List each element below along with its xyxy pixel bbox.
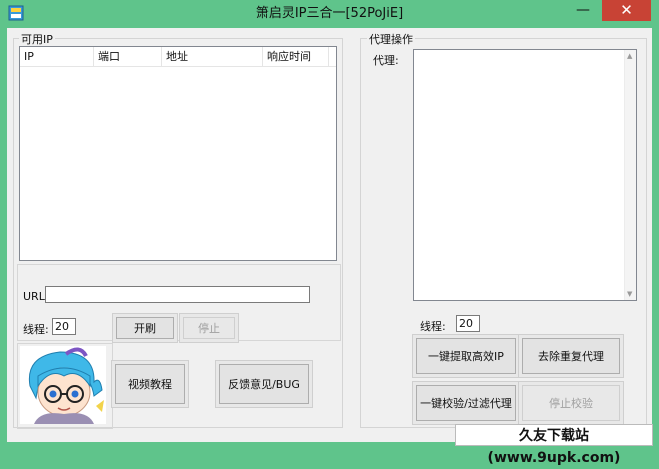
proxy-label: 代理:: [373, 54, 399, 67]
close-button[interactable]: ✕: [602, 0, 651, 21]
client-area: 可用IP IP 端口 地址 响应时间 URL: 线程: 20 开刷 停止 视频教…: [7, 28, 652, 442]
column-ip[interactable]: IP: [20, 47, 94, 66]
column-address[interactable]: 地址: [162, 47, 263, 66]
column-port[interactable]: 端口: [94, 47, 162, 66]
feedback-button[interactable]: 反馈意见/BUG: [219, 364, 309, 404]
stop-verify-button[interactable]: 停止校验: [522, 385, 620, 421]
proxy-operations-group-title: 代理操作: [367, 31, 415, 47]
ip-list-header: IP 端口 地址 响应时间: [20, 47, 336, 67]
threads-label: 线程:: [23, 323, 49, 336]
window-title: 箫启灵IP三合一[52PoJiE]: [255, 6, 404, 21]
proxy-threads-input[interactable]: 20: [456, 315, 480, 332]
ip-list[interactable]: IP 端口 地址 响应时间: [19, 46, 337, 261]
proxy-textarea[interactable]: ▲ ▼: [413, 49, 637, 301]
threads-input[interactable]: 20: [52, 318, 76, 335]
scroll-down-icon[interactable]: ▼: [627, 290, 632, 298]
scroll-up-icon[interactable]: ▲: [627, 52, 632, 60]
verify-filter-proxies-button[interactable]: 一键校验/过滤代理: [416, 385, 516, 421]
proxy-scrollbar[interactable]: ▲ ▼: [624, 50, 636, 300]
extract-efficient-ip-button[interactable]: 一键提取高效IP: [416, 338, 516, 374]
site-watermark: 久友下载站(www.9upk.com): [455, 424, 653, 466]
video-tutorial-button[interactable]: 视频教程: [115, 364, 185, 404]
minimize-button[interactable]: —: [570, 0, 596, 21]
refresh-button[interactable]: 开刷: [116, 317, 174, 339]
url-input[interactable]: [45, 286, 310, 303]
anime-avatar: [20, 346, 106, 424]
proxy-threads-label: 线程:: [420, 320, 446, 333]
stop-button[interactable]: 停止: [183, 317, 235, 339]
remove-duplicate-proxies-button[interactable]: 去除重复代理: [522, 338, 620, 374]
available-ip-group-title: 可用IP: [19, 31, 55, 47]
column-response-time[interactable]: 响应时间: [263, 47, 329, 66]
title-bar: 箫启灵IP三合一[52PoJiE] — ✕: [0, 0, 659, 27]
